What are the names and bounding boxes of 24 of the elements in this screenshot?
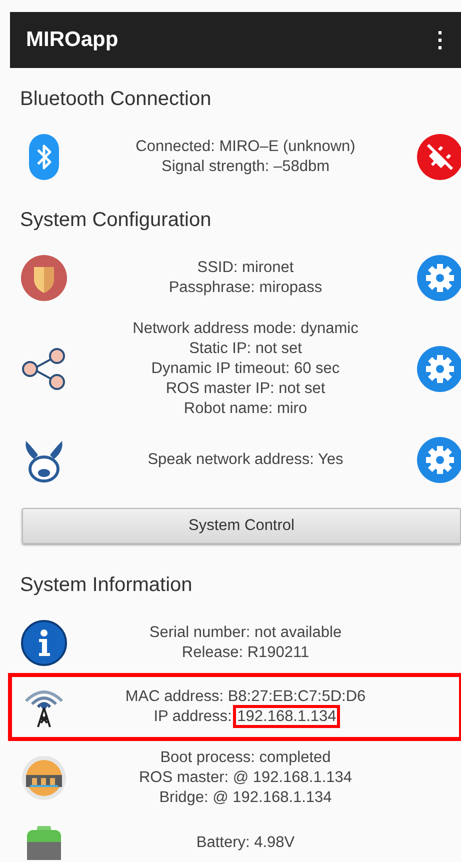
battery-icon bbox=[25, 826, 63, 860]
section-title: System Configuration bbox=[20, 209, 212, 232]
info-text: Battery: 4.98V bbox=[195, 833, 296, 853]
bluetooth-icon bbox=[29, 134, 59, 180]
info-text: MAC address: B8:27:EB:C7:5D:D6 IP address: 192.168.1.134 bbox=[74, 687, 417, 727]
settings-icon[interactable] bbox=[417, 346, 461, 392]
app-title: MIROapp bbox=[26, 28, 118, 52]
section-title: System Information bbox=[20, 574, 194, 597]
info-text: Connected: MIRO–E (unknown) Signal strength: –58dbm bbox=[134, 137, 356, 177]
info-text: Serial number: not available Release: R190211 bbox=[148, 623, 343, 663]
info-icon bbox=[21, 620, 67, 666]
boot-icon bbox=[21, 755, 67, 801]
info-text: Network address mode: dynamic Static IP: not set Dynamic IP timeout: 60 sec ROS master IP: not set Robot name: miro bbox=[132, 319, 360, 419]
section-title: Bluetooth Connection bbox=[20, 88, 212, 111]
unplug-icon[interactable] bbox=[417, 134, 461, 180]
settings-icon[interactable] bbox=[417, 255, 461, 301]
info-text: Speak network address: Yes bbox=[146, 450, 344, 470]
menu-button[interactable]: ⋮ bbox=[425, 27, 455, 53]
shield-icon bbox=[21, 255, 67, 301]
info-text: SSID: mironet Passphrase: miropass bbox=[168, 258, 324, 298]
share-icon bbox=[21, 347, 67, 391]
settings-icon[interactable] bbox=[417, 437, 461, 483]
system-control-button[interactable]: System Control bbox=[22, 508, 461, 544]
info-text: Boot process: completed ROS master: @ 192.168.1.134 Bridge: @ 192.168.1.134 bbox=[138, 748, 354, 808]
